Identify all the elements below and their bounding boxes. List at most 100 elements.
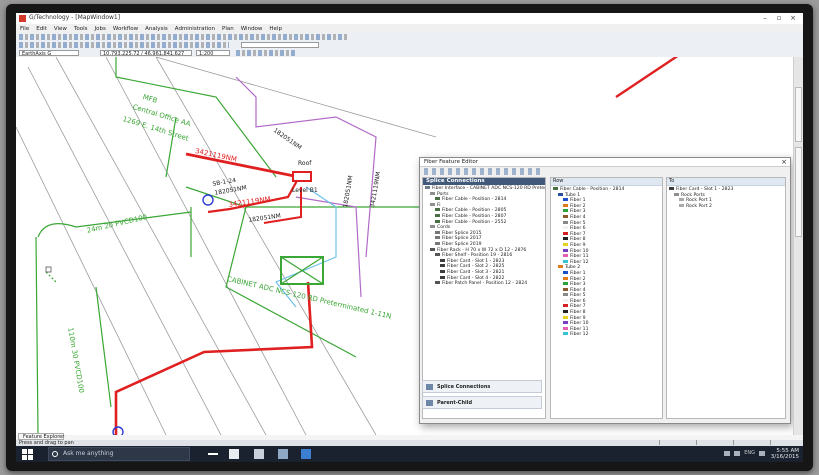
menu-analysis[interactable]: Analysis <box>145 26 168 32</box>
tree-node-icon <box>435 219 440 223</box>
windows-logo-icon <box>22 449 27 454</box>
tree-node-icon <box>558 192 563 196</box>
tree-node-label: Fiber Card - Slot 4 - 2822 <box>447 275 505 281</box>
clock-date: 3/16/2015 <box>770 454 799 460</box>
middle-tree: Fiber Cable - Position - 2814 Tube 1 Fiber… <box>551 186 662 339</box>
fiber-node[interactable]: Fiber 12 <box>553 332 660 338</box>
tree-node-icon <box>563 214 568 218</box>
road-edge <box>105 57 307 435</box>
menu-view[interactable]: View <box>54 26 67 32</box>
tree-node-icon <box>435 208 440 212</box>
task-view-icon[interactable] <box>208 453 218 455</box>
tree-node-icon <box>435 197 440 201</box>
toolbar-buttons-3[interactable] <box>236 50 296 56</box>
dialog-close-button[interactable]: × <box>781 158 787 166</box>
map-canvas[interactable]: MFB Central Office AA 1269 E. 14th Stree… <box>16 57 794 435</box>
violet-cable-2 <box>295 196 362 298</box>
fiber-feature-editor-dialog: Fiber Feature Editor × Splice Connection… <box>419 157 791 424</box>
monitor-frame: G/Technology - [MapWindow1] – ▫ × File E… <box>6 4 813 471</box>
tree-node-label: Fiber Rack - H 70 x W 72 x D 12 - 2876 <box>437 247 527 253</box>
duct-line <box>35 236 39 435</box>
tree-node-icon <box>679 203 684 207</box>
parent-child-icon <box>426 400 433 406</box>
dialog-titlebar: Fiber Feature Editor × <box>420 158 790 167</box>
menu-administration[interactable]: Administration <box>175 26 215 32</box>
zoom-field[interactable]: 1:200 <box>196 50 230 56</box>
tree-node-icon <box>563 220 568 224</box>
splice-connections-header: Splice Connections <box>423 178 545 185</box>
coordinate-field[interactable]: 10,793,225.72 / 46,961,841.627 <box>100 50 192 56</box>
close-button[interactable]: × <box>786 13 800 23</box>
gtech-app-icon[interactable] <box>301 449 311 459</box>
dock-tab-2[interactable] <box>795 147 802 237</box>
tree-node-icon <box>563 209 568 213</box>
dialog-toolbar[interactable] <box>424 168 544 175</box>
right-pane-header: To <box>667 178 785 186</box>
message-icon[interactable] <box>759 451 765 456</box>
middle-pane-header: Row <box>551 178 662 186</box>
tree-node-label: Fiber Cable - Position - 2814 <box>560 187 625 192</box>
tree-node-icon <box>563 270 568 274</box>
tree-node-label: Fiber 5 <box>570 220 586 226</box>
tree-item[interactable]: Fiber Patch Panel - Position 12 - 2824 <box>425 281 543 287</box>
duct-line <box>165 116 177 178</box>
minimize-button[interactable]: – <box>758 13 772 23</box>
red-cable <box>615 57 679 98</box>
taskbar-search[interactable]: Ask me anything <box>48 447 190 461</box>
tree-node-icon <box>440 269 445 273</box>
store-icon[interactable] <box>254 449 264 459</box>
start-button[interactable] <box>22 449 33 460</box>
building-outline <box>115 57 277 178</box>
splice-connections-button[interactable]: Splice Connections <box>422 380 542 393</box>
duct-line <box>45 271 57 283</box>
tree-node-label: Fiber Card - Slot 3 - 2821 <box>447 269 505 275</box>
menu-window[interactable]: Window <box>241 26 263 32</box>
explorer-icon[interactable] <box>229 449 239 459</box>
layer-select[interactable]: EarthAxis G <box>19 50 79 56</box>
app-logo-icon <box>19 15 26 22</box>
language-icon[interactable]: ENG <box>744 451 755 456</box>
tree-node-label: Fiber 7 <box>570 304 586 310</box>
menu-help[interactable]: Help <box>269 26 282 32</box>
toolbar-buttons-2[interactable] <box>19 42 229 48</box>
menu-tools[interactable]: Tools <box>74 26 88 32</box>
manhole-icon[interactable] <box>202 194 214 206</box>
roof-splice-box[interactable] <box>292 171 312 182</box>
menu-edit[interactable]: Edit <box>36 26 47 32</box>
right-dock <box>793 57 803 435</box>
tree-node-label: Fiber Splice 2017 <box>442 236 482 242</box>
status-cells <box>653 440 801 445</box>
app-icon[interactable] <box>278 449 288 459</box>
tree-item[interactable]: Rock Port 2 <box>669 203 783 210</box>
tree-node-icon <box>679 198 684 202</box>
red-cable <box>185 152 300 179</box>
network-icon[interactable] <box>724 451 731 456</box>
menu-plan[interactable]: Plan <box>222 26 234 32</box>
menu-jobs[interactable]: Jobs <box>95 26 106 32</box>
tree-node-label: Fiber 3 <box>570 282 586 288</box>
manhole-icon-2[interactable] <box>112 426 124 435</box>
dialog-title: Fiber Feature Editor <box>424 159 478 165</box>
menu-workflow[interactable]: Workflow <box>113 26 138 32</box>
left-tree: Fiber Interface - CABINET ADC NCS-120 RD… <box>423 185 545 288</box>
red-cable <box>114 281 314 435</box>
feature-explorer-tab[interactable]: Feature Explorer <box>18 433 64 440</box>
cabinet-cross <box>280 256 324 285</box>
window-title: G/Technology - [MapWindow1] <box>29 14 121 21</box>
parent-child-button[interactable]: Parent-Child <box>422 396 542 409</box>
toolbar-buttons-1[interactable] <box>19 34 349 40</box>
maximize-button[interactable]: ▫ <box>772 13 786 23</box>
tree-node-label: Fiber 4 <box>570 214 586 220</box>
screen: G/Technology - [MapWindow1] – ▫ × File E… <box>16 13 803 462</box>
windows-taskbar: Ask me anything ENG 5:55 AM 3/16/2015 <box>16 446 803 462</box>
tree-node-label: Fiber Cable - Position - 2552 <box>442 219 507 225</box>
tree-node-label: Fiber Cable - Position - 2807 <box>442 213 507 219</box>
style-select[interactable] <box>241 42 319 48</box>
tree-node-icon <box>563 326 568 330</box>
tree-node-label: Fiber Card - Slot 1 - 2823 <box>676 187 734 192</box>
tree-node-label: Rock Port 1 <box>686 198 712 204</box>
volume-icon[interactable] <box>734 451 741 456</box>
menu-file[interactable]: File <box>20 26 29 32</box>
dock-tab-1[interactable] <box>795 87 802 142</box>
clock[interactable]: 5:55 AM 3/16/2015 <box>771 448 799 460</box>
